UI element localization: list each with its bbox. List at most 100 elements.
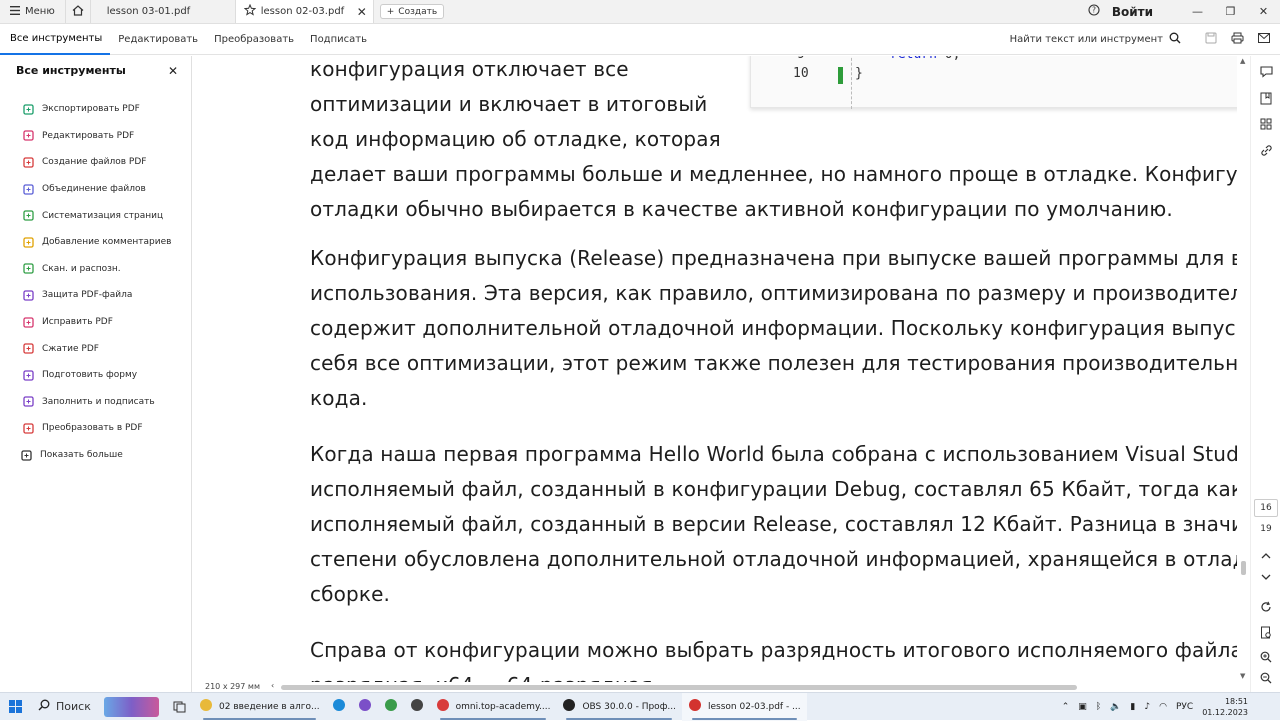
help-button[interactable]: ? [1080,0,1108,23]
taskbar-app[interactable] [326,693,352,721]
taskbar-app[interactable]: 02 введение в алго... [193,693,326,721]
tab-edit[interactable]: Редактировать [110,25,206,55]
tab-all-tools[interactable]: Все инструменты [0,25,111,55]
tool-item[interactable]: Редактировать PDF [22,123,171,150]
current-page-input[interactable]: 16 [1254,499,1278,517]
obs-icon [562,698,576,715]
scrollbar-thumb[interactable] [1241,561,1246,575]
taskbar-app[interactable]: OBS 30.0.0 - Проф... [556,693,682,721]
running-indicator [566,717,672,720]
link-icon[interactable] [1259,143,1273,157]
bookmark-icon[interactable] [1259,91,1273,105]
search-highlight-image [104,696,159,717]
thumbnails-icon[interactable] [1259,117,1273,131]
restore-icon[interactable]: ❐ [1214,0,1247,23]
login-button[interactable]: Войти [1108,0,1181,23]
tool-item[interactable]: Добавление комментариев [22,229,171,256]
tab-lesson-03-01[interactable]: lesson 03-01.pdf [91,0,236,23]
speaker-icon[interactable]: ♪ [1144,702,1150,712]
close-icon[interactable]: ✕ [357,5,367,19]
help-icon: ? [1088,4,1100,19]
panel-title: Все инструменты [16,64,126,77]
page-fit-icon[interactable] [1259,625,1273,639]
scroll-down-icon[interactable]: ▼ [1240,672,1245,680]
zoom-in-icon[interactable] [1259,650,1273,664]
volume-icon[interactable]: 🔈 [1110,702,1121,712]
tool-item[interactable]: Защита PDF-файла [22,282,171,309]
chevron-up-icon[interactable]: ⌃ [1062,702,1070,712]
taskbar-app[interactable] [404,693,430,721]
document-view[interactable]: 9 10 return 0; } конфигурация отключает … [193,56,1237,682]
tool-item[interactable]: Исправить PDF [22,309,171,336]
tab-convert[interactable]: Преобразовать [206,25,302,55]
text-line: степени обусловлена дополнительной отлад… [310,547,1237,571]
taskbar-app[interactable] [378,693,404,721]
tool-label: Систематизация страниц [42,210,164,221]
taskbar-app[interactable] [352,693,378,721]
save-icon[interactable] [1205,32,1217,47]
running-indicator [691,717,797,720]
fill-sign-icon [22,396,34,408]
taskbar-search[interactable]: Поиск [30,693,165,721]
tab-lesson-02-03[interactable]: lesson 02-03.pdf ✕ [235,0,374,23]
tool-label: Подготовить форму [42,370,138,381]
bluetooth-icon[interactable]: ᛒ [1096,702,1101,712]
running-indicator [439,717,547,720]
tool-item[interactable]: Подготовить форму [22,362,171,389]
create-button[interactable]: + Создать [379,4,445,19]
close-icon[interactable]: ✕ [168,64,178,78]
tool-label: Показать больше [40,450,123,461]
text-line: использования. Эта версия, как правило, … [310,281,1237,305]
chevron-down-icon[interactable] [1259,570,1273,584]
text-line: оптимизации и включает в итоговый [310,92,708,116]
refresh-icon[interactable] [1259,600,1273,614]
tools-icon [20,449,32,461]
chevron-up-icon[interactable] [1259,549,1273,563]
compress-pdf-icon [22,343,34,355]
tool-item[interactable]: Скан. и распозн. [22,256,171,283]
right-tool-rail: 16 19 [1250,56,1280,692]
tab-sign[interactable]: Подписать [302,25,375,55]
edge-icon [332,698,346,715]
taskbar-app-label: 02 введение в алго... [219,701,320,712]
status-row: 210 x 297 мм ‹ [193,681,1249,692]
home-button[interactable] [64,0,91,23]
protect-pdf-icon [22,289,34,301]
microphone-icon[interactable]: ▮ [1130,702,1135,712]
yandex-browser-icon [436,698,450,715]
tools-list: Экспортировать PDF Редактировать PDF Созда… [20,96,171,469]
find-text-button[interactable]: Найти текст или инструмент [1010,32,1181,47]
tool-item[interactable]: Создание файлов PDF [22,149,171,176]
wifi-icon[interactable]: ◠ [1159,702,1167,712]
task-view-icon[interactable] [165,693,193,721]
tool-item[interactable]: Сжатие PDF [22,335,171,362]
svg-text:?: ? [1092,6,1096,15]
taskbar-app[interactable]: omni.top-academy.... [430,693,557,721]
tool-item[interactable]: Заполнить и подписать [22,389,171,416]
menu-button[interactable]: Меню [0,0,65,23]
organize-pages-icon [22,210,34,222]
tool-label: Защита PDF-файла [42,290,133,301]
windows-start-icon[interactable] [0,700,30,713]
network-icon[interactable]: ▣ [1078,702,1087,712]
tool-item[interactable]: Преобразовать в PDF [22,415,171,442]
scroll-left-icon[interactable]: ‹ [271,681,274,690]
horizontal-scrollbar-thumb[interactable] [281,685,1077,690]
comment-icon[interactable] [1259,65,1273,79]
tool-item[interactable]: Объединение файлов [22,176,171,203]
star-icon[interactable] [243,3,257,19]
print-icon[interactable] [1231,32,1244,47]
tool-item[interactable]: Систематизация страниц [22,202,171,229]
language-indicator[interactable]: РУС [1176,702,1193,712]
tool-item[interactable]: Показать больше [20,442,171,469]
clock[interactable]: 18:51 01.12.2023 [1202,696,1276,718]
close-window-icon[interactable]: ✕ [1247,0,1280,23]
mail-icon[interactable] [1258,33,1270,46]
vertical-scrollbar[interactable]: ▲ ▼ [1238,56,1249,682]
taskbar-app[interactable]: lesson 02-03.pdf - ... [681,692,807,721]
minimize-icon[interactable]: — [1181,0,1214,23]
tool-item[interactable]: Экспортировать PDF [22,96,171,123]
scroll-up-icon[interactable]: ▲ [1240,57,1245,65]
zoom-out-icon[interactable] [1259,671,1273,685]
taskbar-app-label: OBS 30.0.0 - Проф... [582,701,676,712]
